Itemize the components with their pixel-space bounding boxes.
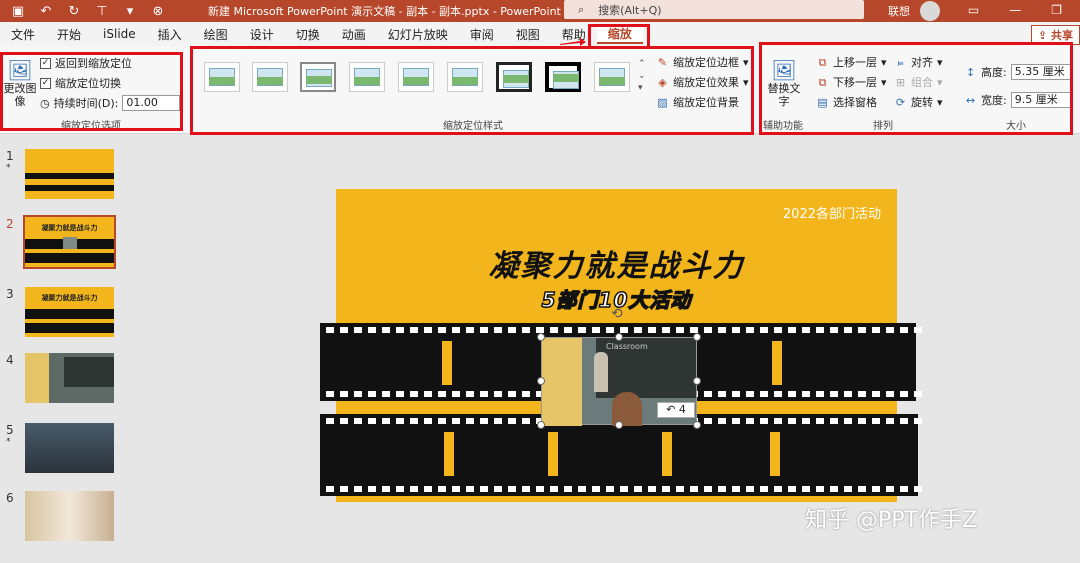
slide-thumb-item-4[interactable]: 4 [0, 353, 134, 413]
quick-access-toolbar: ▣ ↶ ↻ ⊤ ▾ ⊗ [0, 4, 166, 19]
resize-handle-bl[interactable] [537, 421, 545, 429]
redo-icon[interactable]: ↻ [66, 4, 82, 19]
tab-design[interactable]: 设计 [239, 26, 285, 43]
slide-animation-mark: * [6, 437, 11, 447]
save-icon[interactable]: ▣ [10, 4, 26, 19]
search-placeholder: 搜索(Alt+Q) [598, 3, 662, 17]
tab-transitions[interactable]: 切换 [285, 26, 331, 43]
red-arrow-icon [560, 38, 586, 46]
slide-number: 2 [6, 217, 14, 231]
slide-thumb-item-3[interactable]: 3 凝聚力就是战斗力 [0, 287, 134, 347]
resize-handle-tr[interactable] [693, 333, 701, 341]
tab-animations[interactable]: 动画 [331, 26, 377, 43]
slide-thumb-item-6[interactable]: 6 [0, 491, 134, 551]
tab-slideshow[interactable]: 幻灯片放映 [377, 26, 459, 43]
slide-thumb-image [25, 353, 114, 403]
zoom-target-badge[interactable]: ↶ 4 [657, 402, 695, 418]
tab-home[interactable]: 开始 [46, 26, 92, 43]
rotate-handle-icon[interactable]: ⟲ [611, 306, 623, 322]
share-label: 共享 [1051, 29, 1073, 42]
zoom-target-number: 4 [678, 403, 686, 416]
slide-thumb-item-5[interactable]: 5 * [0, 423, 134, 483]
search-icon: ⌕ [578, 2, 585, 16]
slide-number: 1 [6, 149, 14, 163]
share-link-icon[interactable]: ⊗ [150, 4, 166, 19]
window-title: 新建 Microsoft PowerPoint 演示文稿 - 副本 - 副本.p… [208, 5, 561, 18]
avatar[interactable] [920, 1, 940, 21]
slide-thumb-image [25, 149, 114, 199]
title-bar: ▣ ↶ ↻ ⊤ ▾ ⊗ 新建 Microsoft PowerPoint 演示文稿… [0, 0, 1080, 22]
ribbon-display-icon[interactable]: ▭ [968, 3, 979, 17]
minimize-icon[interactable]: — [1009, 3, 1021, 17]
slide-thumb-image [25, 423, 114, 473]
resize-handle-br[interactable] [693, 421, 701, 429]
restore-icon[interactable]: ❐ [1051, 3, 1062, 17]
watermark: 知乎 @PPT作手Z [805, 508, 978, 533]
user-name[interactable]: 联想 [888, 3, 910, 19]
resize-handle-tl[interactable] [537, 333, 545, 341]
slide-corner-text[interactable]: 2022各部门活动 [783, 203, 881, 222]
return-arrow-icon: ↶ [666, 403, 676, 416]
pin-icon[interactable]: ⊤ [94, 4, 110, 19]
slide-title[interactable]: 凝聚力就是战斗力 [336, 241, 897, 285]
slide-thumb-image: 凝聚力就是战斗力 [23, 215, 116, 269]
window-controls: ▭ — ❐ [968, 3, 1080, 17]
slide-number: 6 [6, 491, 14, 505]
slide-number: 3 [6, 287, 14, 301]
slide-animation-mark: * [6, 163, 11, 173]
tab-draw[interactable]: 绘图 [193, 26, 239, 43]
slide-thumb-title: 凝聚力就是战斗力 [41, 294, 98, 302]
tab-file[interactable]: 文件 [0, 26, 46, 43]
tab-view[interactable]: 视图 [505, 26, 551, 43]
undo-icon[interactable]: ↶ [38, 4, 54, 19]
slide-number: 4 [6, 353, 14, 367]
search-box[interactable]: ⌕ 搜索(Alt+Q) [564, 0, 864, 19]
resize-handle-t[interactable] [615, 333, 623, 341]
tab-insert[interactable]: 插入 [147, 26, 193, 43]
customize-icon[interactable]: ▾ [122, 4, 138, 19]
highlight-arrange-size [759, 42, 1073, 135]
slide-thumb-title: 凝聚力就是战斗力 [41, 224, 98, 232]
slide-thumb-image [25, 491, 114, 541]
highlight-zoom-styles [190, 46, 754, 135]
tab-islide[interactable]: iSlide [92, 27, 147, 41]
photo-board-text: Classroom [606, 342, 648, 351]
slide-thumb-item-2[interactable]: 2 凝聚力就是战斗力 [0, 215, 134, 277]
resize-handle-r[interactable] [693, 377, 701, 385]
highlight-zoom-options [0, 52, 183, 131]
slide-thumbnail-pane: 1 * 2 凝聚力就是战斗力 3 凝聚力就是战斗力 4 5 * 6 [0, 135, 134, 563]
slide-number: 5 [6, 423, 14, 437]
slide-thumb-image: 凝聚力就是战斗力 [25, 287, 114, 337]
resize-handle-b[interactable] [615, 421, 623, 429]
resize-handle-l[interactable] [537, 377, 545, 385]
tab-review[interactable]: 审阅 [459, 26, 505, 43]
slide-thumb-item-1[interactable]: 1 * [0, 149, 134, 209]
